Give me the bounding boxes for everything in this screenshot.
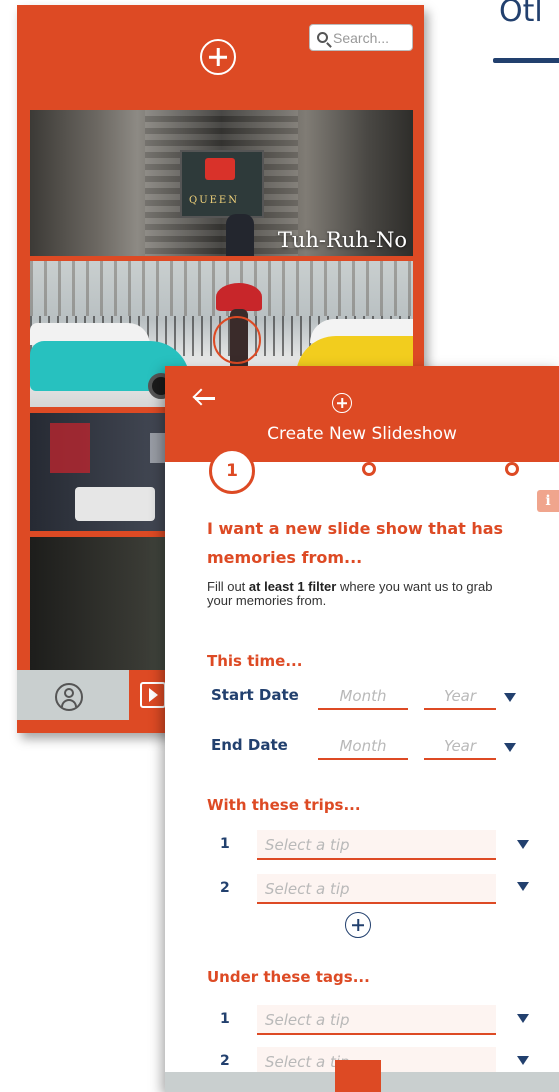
person-silhouette	[226, 214, 254, 256]
page-heading-fragment: Otl	[499, 0, 543, 29]
heading-underline	[493, 58, 559, 63]
delivery-van	[75, 487, 155, 521]
trip-row-number: 1	[220, 836, 230, 852]
end-month-field[interactable]: Month	[318, 732, 408, 760]
step-indicator-current[interactable]: 1	[209, 448, 255, 494]
billboard	[50, 423, 90, 473]
step-indicator-2[interactable]	[362, 462, 376, 476]
red-umbrella	[216, 283, 262, 311]
search-icon	[317, 32, 328, 43]
end-date-label: End Date	[211, 736, 288, 754]
trip-1-dropdown-icon[interactable]	[517, 840, 529, 849]
slideshow-card-1[interactable]: QUEEN Tuh-Ruh-No	[30, 110, 413, 256]
intro-body-bold: at least 1 filter	[248, 579, 337, 594]
create-header	[165, 366, 559, 462]
add-trip-button[interactable]	[345, 912, 371, 938]
trip-select-2[interactable]: Select a tip	[257, 874, 496, 904]
tags-section-title: Under these tags...	[207, 968, 370, 986]
end-year-field[interactable]: Year	[424, 732, 496, 760]
intro-heading: I want a new slide show that has memorie…	[207, 519, 504, 567]
intro-body: Fill out at least 1 filter where you wan…	[207, 580, 517, 608]
tag-2-dropdown-icon[interactable]	[517, 1056, 529, 1065]
end-year-dropdown-icon[interactable]	[504, 743, 516, 752]
tag-1-dropdown-icon[interactable]	[517, 1014, 529, 1023]
search-input[interactable]: Search...	[309, 24, 413, 51]
create-slideshow-screen: Create New Slideshow 1 i I want a new sl…	[165, 366, 559, 1092]
transit-logo-icon	[205, 158, 235, 180]
tag-row-number: 2	[220, 1053, 230, 1069]
add-slideshow-icon[interactable]	[200, 39, 236, 75]
start-year-field[interactable]: Year	[424, 682, 496, 710]
slideshow-caption: Tuh-Ruh-No	[277, 228, 407, 252]
intro-body-prefix: Fill out	[207, 579, 249, 594]
add-icon	[332, 393, 352, 413]
tag-row-number: 1	[220, 1011, 230, 1027]
tab-active[interactable]	[335, 1060, 381, 1092]
tag-select-1[interactable]: Select a tip	[257, 1005, 496, 1035]
step-indicator-3[interactable]	[505, 462, 519, 476]
station-sign-text: QUEEN	[189, 195, 239, 206]
trip-2-dropdown-icon[interactable]	[517, 882, 529, 891]
back-arrow-icon[interactable]	[192, 388, 216, 408]
trips-section-title: With these trips...	[207, 796, 361, 814]
info-icon[interactable]: i	[537, 490, 559, 512]
start-year-dropdown-icon[interactable]	[504, 693, 516, 702]
play-icon[interactable]	[140, 682, 166, 708]
trip-row-number: 2	[220, 880, 230, 896]
loading-ring-icon	[213, 316, 261, 364]
start-month-field[interactable]: Month	[318, 682, 408, 710]
search-placeholder: Search...	[333, 29, 390, 46]
page-title: Create New Slideshow	[267, 424, 457, 444]
trip-select-1[interactable]: Select a tip	[257, 830, 496, 860]
time-section-title: This time...	[207, 652, 303, 670]
start-date-label: Start Date	[211, 686, 299, 704]
profile-icon[interactable]	[55, 683, 83, 711]
